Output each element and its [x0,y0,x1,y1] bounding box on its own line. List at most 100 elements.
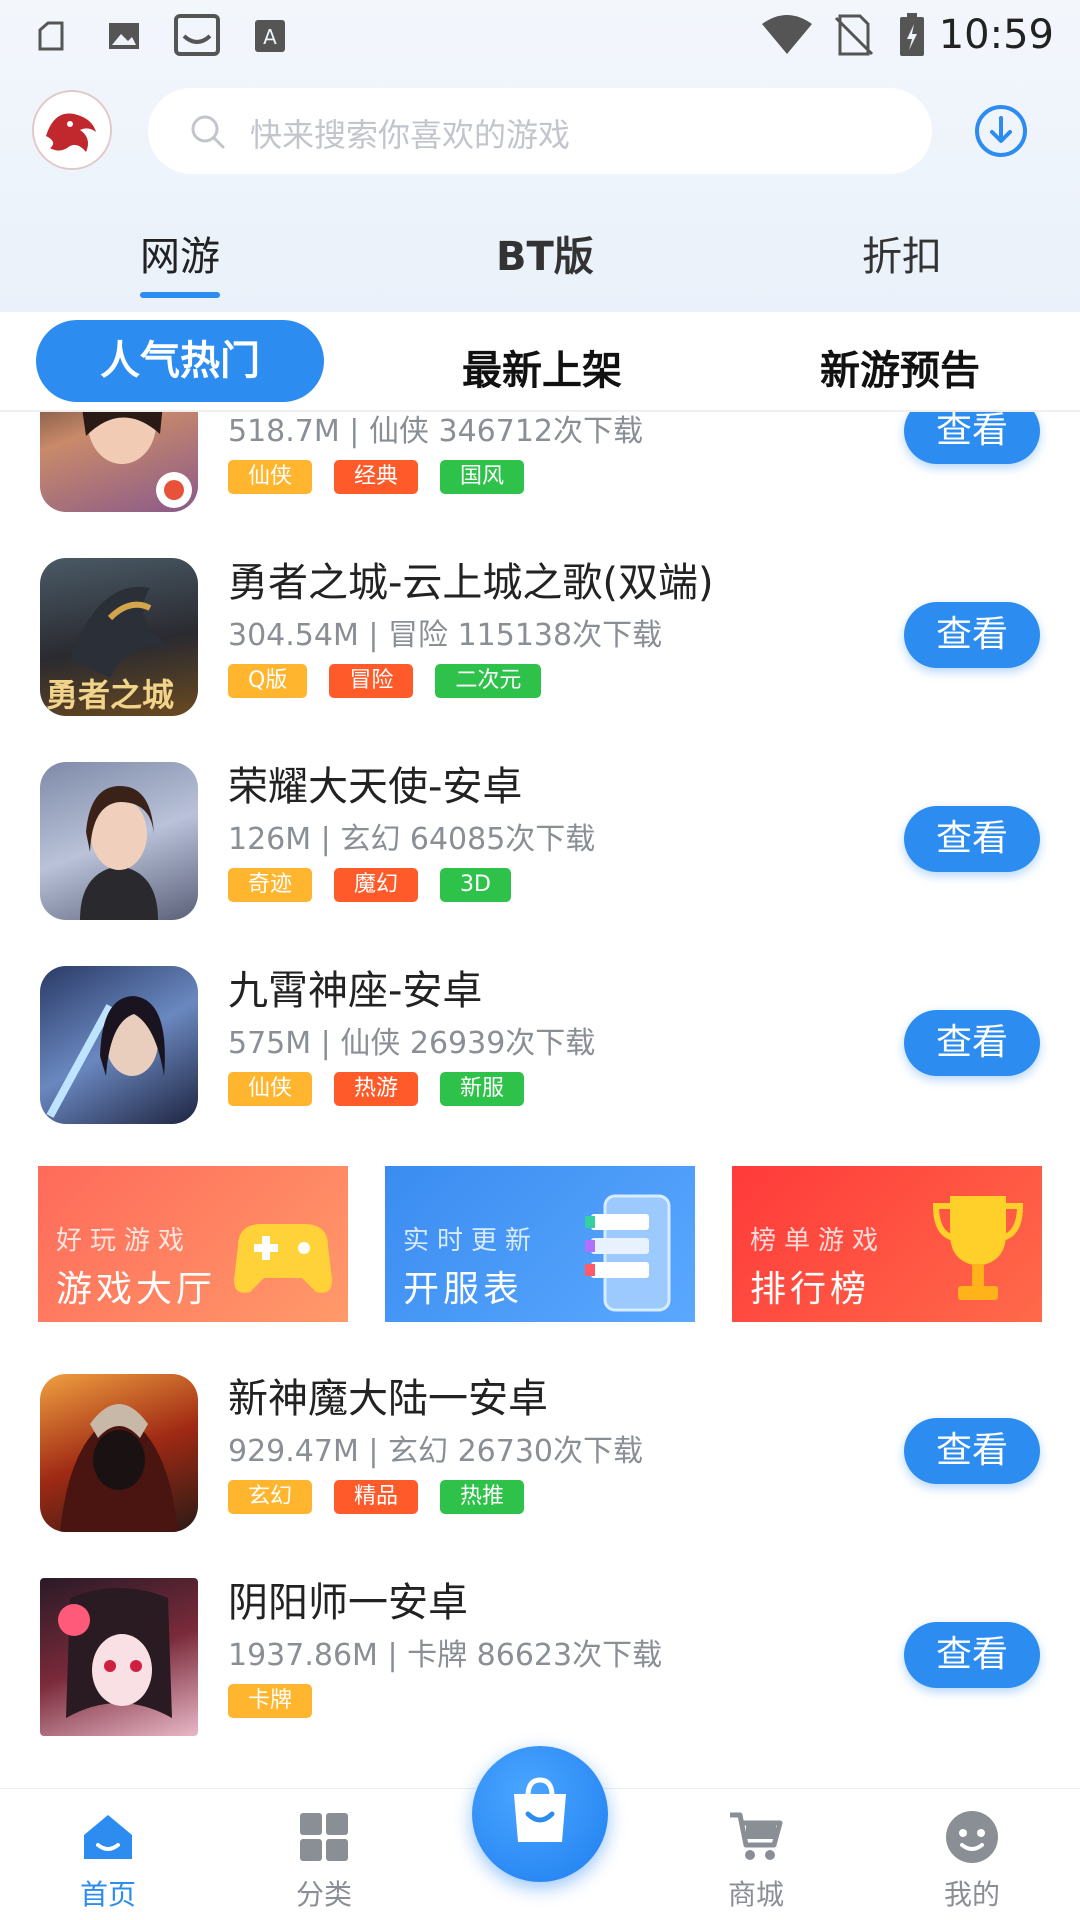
game-thumbnail[interactable] [40,762,198,920]
tab-bt-version[interactable]: BT版 [496,224,594,282]
tab-online-games[interactable]: 网游 [140,224,220,282]
game-name: 九霄神座-安卓 [228,968,483,1014]
view-button[interactable]: 查看 [904,602,1040,668]
sub-tabs: 人气热门 最新上架 新游预告 [0,312,1080,412]
list-item[interactable]: 新神魔大陆一安卓 929.47M | 玄幻 26730次下载 玄幻 精品 热推 … [0,1344,1080,1548]
nav-home[interactable]: 首页 [28,1789,188,1920]
status-time: 10:59 [938,12,1054,58]
gamepad-icon [234,1224,332,1293]
game-meta: 126M | 玄幻 64085次下载 [228,822,596,857]
tag: 二次元 [435,664,542,698]
banner-ranking[interactable]: 榜单游戏 排行榜 [732,1166,1042,1322]
feature-banners: 好玩游戏 游戏大厅 实时更新 开服表 榜单游戏 排行榜 [0,1156,1080,1326]
game-thumbnail[interactable]: 勇者之城 [40,558,198,716]
game-name: 阴阳师一安卓 [228,1580,468,1626]
shop-bag-button[interactable] [472,1746,608,1882]
tag: 3D [440,868,511,902]
character-art-icon [82,412,192,508]
cart-icon [730,1812,783,1860]
game-list: 518.7M | 仙侠 346712次下载 仙侠 经典 国风 查看 勇者之城 勇… [0,412,1080,1788]
thumbnail-title: 勇者之城 [46,676,175,714]
list-item[interactable]: 518.7M | 仙侠 346712次下载 仙侠 经典 国风 查看 [0,412,1080,528]
banner-title: 开服表 [403,1269,524,1310]
tab-active-indicator [140,292,220,298]
tag: 仙侠 [228,460,313,494]
svg-text:A: A [263,25,277,49]
grid-icon [300,1813,348,1861]
banner-subtitle: 榜单游戏 [750,1226,887,1256]
tag: 魔幻 [334,868,419,902]
tab-discount[interactable]: 折扣 [862,224,942,282]
subtab-newest[interactable]: 最新上架 [462,338,622,396]
subtab-upcoming[interactable]: 新游预告 [820,338,980,396]
tag: Q版 [228,664,308,698]
wifi-icon [762,15,812,54]
tag: 热游 [334,1072,419,1106]
banner-game-hall[interactable]: 好玩游戏 游戏大厅 [38,1166,348,1322]
app-logo[interactable] [32,90,112,170]
tag: 奇迹 [228,868,313,902]
game-meta: 929.47M | 玄幻 26730次下载 [228,1434,644,1469]
battery-icon [900,13,924,56]
warrior-art-icon [60,1404,178,1532]
nav-category[interactable]: 分类 [244,1789,404,1920]
nav-profile[interactable]: 我的 [892,1789,1052,1920]
tag: 新服 [440,1072,525,1106]
trophy-icon [932,1196,1024,1300]
download-icon[interactable] [974,104,1028,158]
game-thumbnail[interactable] [40,1374,198,1532]
banner-subtitle: 好玩游戏 [56,1226,193,1256]
nav-label: 首页 [79,1878,136,1911]
game-tags: Q版 冒险 二次元 [228,664,542,698]
game-tags: 仙侠 热游 新服 [228,1072,525,1106]
home-icon [84,1815,132,1859]
category-tabs: 网游 BT版 折扣 [0,214,1080,304]
nav-store[interactable]: 商城 [676,1789,836,1920]
tag: 卡牌 [228,1684,313,1718]
view-button[interactable]: 查看 [904,1010,1040,1076]
game-name: 勇者之城-云上城之歌(双端) [228,560,714,606]
view-button[interactable]: 查看 [904,412,1040,464]
game-meta: 304.54M | 冒险 115138次下载 [228,618,663,653]
tag: 热推 [440,1480,525,1514]
game-thumbnail[interactable] [40,1578,198,1736]
game-tags: 奇迹 魔幻 3D [228,868,511,902]
subtab-popular[interactable]: 人气热门 [36,320,324,402]
character-art-icon [46,996,165,1118]
game-meta: 518.7M | 仙侠 346712次下载 [228,414,644,449]
tag: 经典 [334,460,419,494]
banner-title: 游戏大厅 [56,1269,217,1310]
search-bar[interactable]: 快来搜索你喜欢的游戏 [148,88,932,174]
clipboard-icon [38,21,64,51]
game-name: 荣耀大天使-安卓 [228,764,523,810]
view-button[interactable]: 查看 [904,806,1040,872]
list-item[interactable]: 勇者之城 勇者之城-云上城之歌(双端) 304.54M | 冒险 115138次… [0,528,1080,732]
view-button[interactable]: 查看 [904,1622,1040,1688]
profile-face-icon [946,1811,998,1863]
game-thumbnail[interactable] [40,966,198,1124]
nav-label: 分类 [295,1878,352,1911]
tag: 冒险 [329,664,414,698]
tag: 精品 [334,1480,419,1514]
shopping-bag-icon [514,1777,566,1842]
game-meta: 1937.86M | 卡牌 86623次下载 [228,1638,663,1673]
tag: 玄幻 [228,1480,313,1514]
list-item[interactable]: 荣耀大天使-安卓 126M | 玄幻 64085次下载 奇迹 魔幻 3D 查看 [0,732,1080,936]
search-icon [191,115,225,149]
font-icon: A [255,20,285,52]
game-meta: 575M | 仙侠 26939次下载 [228,1026,596,1061]
game-thumbnail[interactable] [40,412,198,512]
banner-server-list[interactable]: 实时更新 开服表 [385,1166,695,1322]
list-item[interactable]: 九霄神座-安卓 575M | 仙侠 26939次下载 仙侠 热游 新服 查看 [0,936,1080,1140]
banner-title: 排行榜 [750,1269,871,1310]
game-tags: 仙侠 经典 国风 [228,460,525,494]
nav-label: 我的 [943,1878,1000,1911]
tray-icon [174,14,220,56]
view-button[interactable]: 查看 [904,1418,1040,1484]
phone-list-icon [585,1194,671,1312]
game-name: 新神魔大陆一安卓 [228,1376,548,1422]
onmyoji-art-icon [58,1588,172,1718]
tag: 仙侠 [228,1072,313,1106]
nav-label: 商城 [727,1878,784,1911]
no-sim-icon [834,14,874,56]
